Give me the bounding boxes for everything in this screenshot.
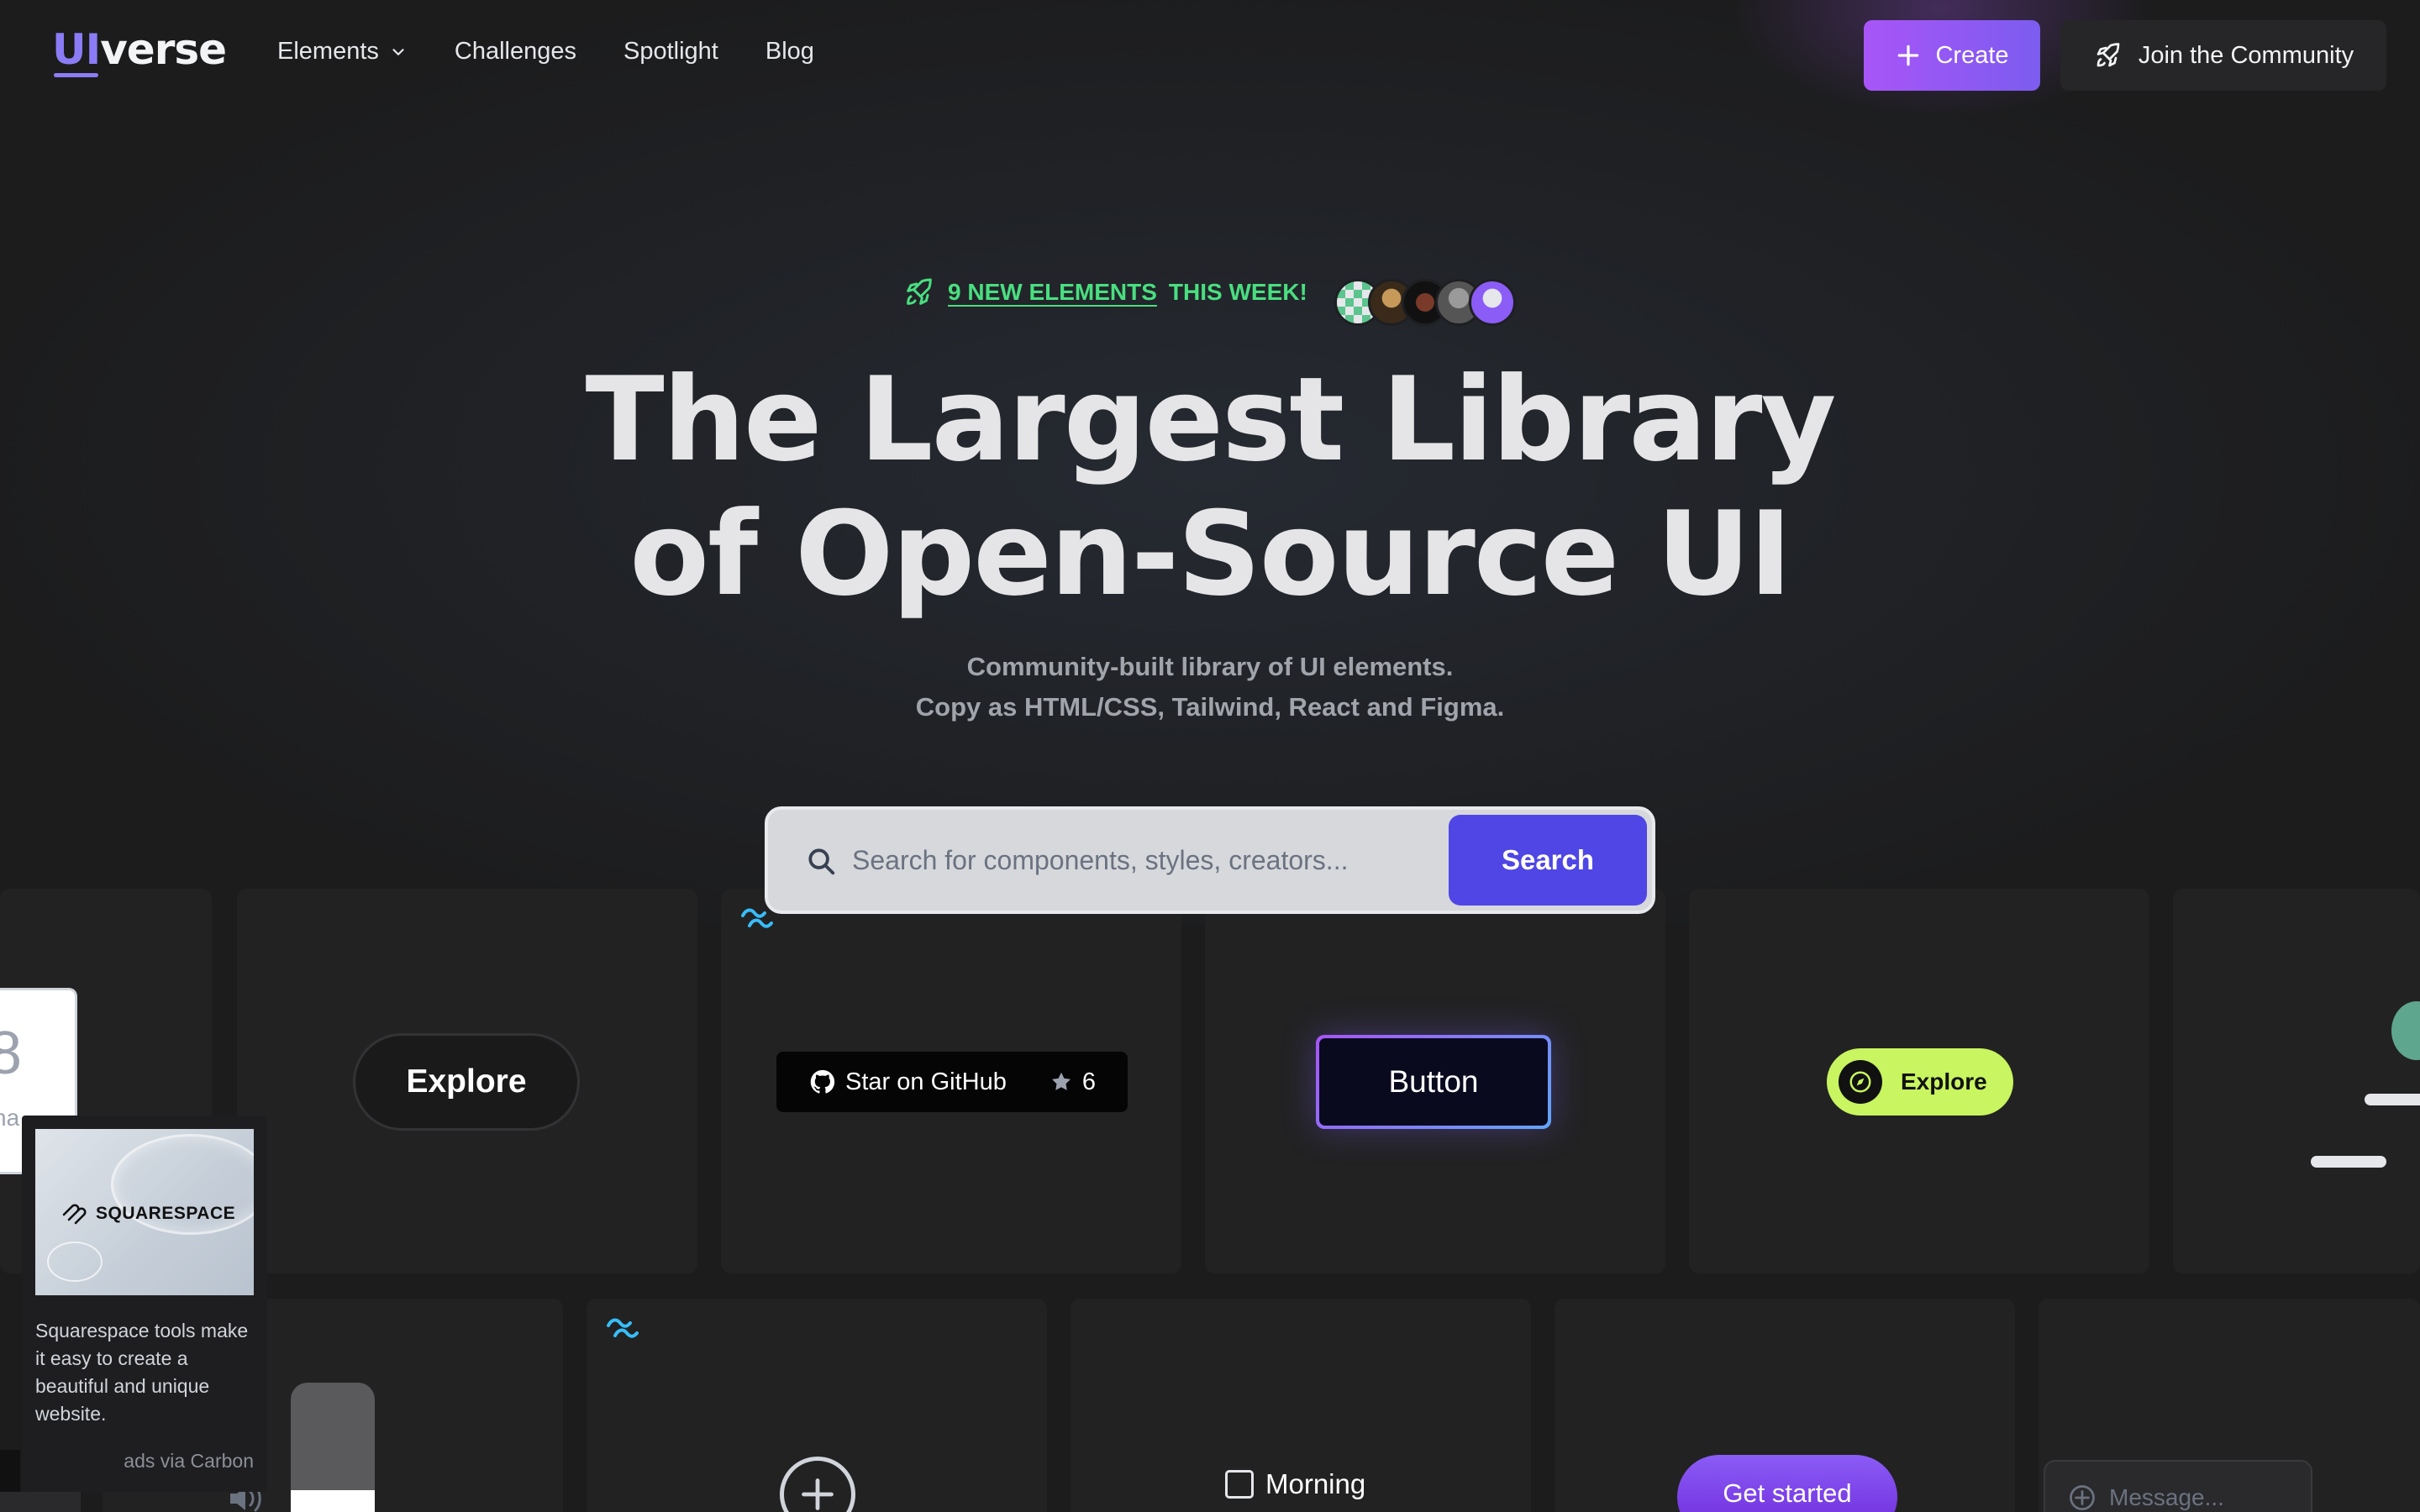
- checkbox-preview[interactable]: Morning: [1225, 1468, 1365, 1500]
- github-star-count: 6: [1081, 1068, 1096, 1095]
- element-card[interactable]: [587, 1299, 1047, 1512]
- avatar[interactable]: [1469, 279, 1516, 326]
- ad-text[interactable]: Squarespace tools make it easy to create…: [35, 1317, 259, 1428]
- join-community-label: Join the Community: [2138, 41, 2354, 69]
- search-button[interactable]: Search: [1449, 815, 1647, 906]
- fragment-text: na: [0, 1105, 20, 1131]
- logo-ui: UI: [52, 25, 101, 77]
- nav-spotlight[interactable]: Spotlight: [623, 38, 718, 66]
- star-on-github-preview[interactable]: Star on GitHub 6: [776, 1052, 1128, 1112]
- message-input-preview[interactable]: Message...: [2044, 1460, 2312, 1512]
- compass-icon: [1839, 1060, 1882, 1104]
- nav-challenges-label: Challenges: [454, 38, 576, 65]
- fragment-glyph: 8: [0, 1019, 22, 1088]
- nav-challenges[interactable]: Challenges: [455, 38, 576, 66]
- nav-elements[interactable]: Elements: [277, 38, 408, 66]
- element-card[interactable]: Explore: [1689, 889, 2149, 1273]
- new-elements-link[interactable]: 9 NEW ELEMENTS: [948, 279, 1157, 306]
- github-button-label: Star on GitHub: [845, 1068, 1007, 1095]
- ad-bubble: [47, 1242, 103, 1282]
- tailwind-icon: [607, 1318, 639, 1338]
- contributor-avatars: [1334, 279, 1516, 326]
- rocket-icon: [907, 278, 932, 305]
- volume-slider-fill: [291, 1490, 375, 1512]
- ad-brand: SQUARESPACE: [60, 1201, 235, 1226]
- element-card[interactable]: Star on GitHub 6: [721, 889, 1181, 1273]
- join-community-button[interactable]: Join the Community: [2060, 20, 2386, 91]
- fragment-bar: [2311, 1156, 2386, 1168]
- nav-blog-label: Blog: [765, 38, 814, 65]
- nav-elements-label: Elements: [277, 38, 379, 65]
- logo-verse: verse: [100, 25, 227, 74]
- element-card[interactable]: Explore: [237, 889, 697, 1273]
- plus-icon: [1898, 45, 1919, 66]
- plus-circle-icon: [2070, 1485, 2095, 1510]
- element-preview-fragment: [0, 1492, 81, 1512]
- star-icon: [1051, 1072, 1071, 1090]
- logo[interactable]: UI verse: [52, 25, 227, 77]
- get-started-button-preview[interactable]: Get started: [1677, 1455, 1897, 1512]
- message-placeholder: Message...: [2109, 1484, 2224, 1510]
- chevron-down-icon: [392, 48, 404, 55]
- fragment-bar: [2365, 1094, 2420, 1105]
- lime-explore-label: Explore: [1901, 1068, 1987, 1095]
- github-icon: [810, 1069, 835, 1094]
- element-card[interactable]: Get started: [1555, 1299, 2015, 1512]
- title-line-2: of Open-Source UI: [629, 486, 1791, 622]
- element-card[interactable]: Message...: [2039, 1299, 2420, 1512]
- lime-explore-button-preview[interactable]: Explore: [1827, 1048, 2013, 1116]
- subtitle-line-2: Copy as HTML/CSS, Tailwind, React and Fi…: [915, 692, 1505, 722]
- squarespace-logo-icon: [62, 1204, 87, 1225]
- rocket-icon: [2096, 43, 2120, 67]
- gradient-button-preview[interactable]: Button: [1316, 1035, 1551, 1129]
- nav-blog[interactable]: Blog: [765, 38, 814, 66]
- element-card[interactable]: Morning: [1071, 1299, 1531, 1512]
- volume-slider[interactable]: [291, 1383, 375, 1512]
- hero-subtitle: Community-built library of UI elements. …: [0, 647, 2420, 727]
- checkbox-label: Morning: [1265, 1468, 1366, 1499]
- create-button[interactable]: Create: [1864, 20, 2040, 91]
- subtitle-line-1: Community-built library of UI elements.: [966, 652, 1454, 681]
- create-button-label: Create: [1935, 41, 2009, 69]
- checkbox[interactable]: [1225, 1470, 1254, 1499]
- nav-spotlight-label: Spotlight: [623, 38, 718, 65]
- ad-via-carbon[interactable]: ads via Carbon: [124, 1450, 254, 1473]
- plus-icon: [802, 1478, 834, 1510]
- page-title: The Largest Library of Open-Source UI: [0, 353, 2420, 622]
- title-line-1: The Largest Library: [585, 352, 1837, 487]
- ad-brand-name: SQUARESPACE: [96, 1204, 236, 1223]
- news-suffix: THIS WEEK!: [1168, 279, 1307, 305]
- nav-links: Elements Challenges Spotlight Blog: [277, 38, 814, 66]
- top-nav: UI verse Elements Challenges Spotlight Bl…: [0, 0, 2420, 109]
- ad-image[interactable]: SQUARESPACE: [35, 1129, 254, 1295]
- news-banner: 9 NEW ELEMENTS THIS WEEK!: [902, 276, 1307, 309]
- search-input[interactable]: [852, 827, 1365, 894]
- search-bar: Search: [765, 806, 1655, 914]
- element-card[interactable]: [2173, 889, 2420, 1273]
- gradient-button-label: Button: [1319, 1038, 1548, 1126]
- carbon-ad[interactable]: SQUARESPACE Squarespace tools make it ea…: [22, 1116, 267, 1492]
- explore-button-preview[interactable]: Explore: [353, 1033, 580, 1131]
- add-button-preview[interactable]: [780, 1457, 855, 1512]
- element-card[interactable]: Button: [1205, 889, 1665, 1273]
- search-icon: [808, 848, 835, 875]
